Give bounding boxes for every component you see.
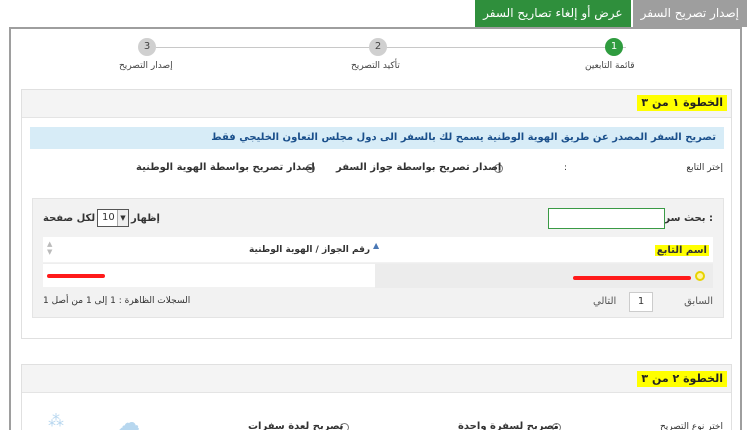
per-page-label: لكل صفحة xyxy=(43,213,96,224)
pagination-info: السجلات الظاهرة : 1 إلى 1 من أصل 1 xyxy=(43,296,191,306)
table-row[interactable] xyxy=(43,263,713,288)
chevron-down-icon: ▼ xyxy=(117,210,128,226)
national-id-option-label: إصدار تصريح بواسطة الهوية الوطنية xyxy=(136,162,315,173)
cloud-icon: ☁ xyxy=(118,411,140,430)
step2-header: الخطوة ٢ من ٣ xyxy=(22,365,731,393)
step2-title: الخطوة ٢ من ٣ xyxy=(637,371,727,387)
single-trip-label: تصريح لسفرة واحدة xyxy=(458,421,558,430)
step1-header: الخطوة ١ من ٣ xyxy=(22,90,731,118)
step-1-circle: 1 xyxy=(605,38,623,56)
dependents-table-box: بحث سريع : إظهار 10 ▼ لكل صفحة اسم التاب… xyxy=(32,198,724,318)
tab-issue-travel-permit[interactable]: إصدار تصريح السفر xyxy=(632,0,747,27)
quick-search-input[interactable] xyxy=(548,208,665,229)
step-3-label: إصدار التصريح xyxy=(119,61,173,71)
table-header-row: اسم التابع ▲ رقم الجواز / الهوية الوطنية… xyxy=(43,237,713,262)
tab-view-cancel-permits[interactable]: عرض أو إلغاء تصاريح السفر xyxy=(475,0,631,27)
step2-panel: الخطوة ٢ من ٣ اختر نوع التصريح تصريح لسف… xyxy=(21,364,732,430)
select-dependent-label: إختر التابع xyxy=(686,163,723,173)
step-2-circle: 2 xyxy=(369,38,387,56)
page-size-select[interactable]: 10 ▼ xyxy=(97,209,129,227)
multi-trip-label: تصريح لعدة سفرات xyxy=(248,421,344,430)
content-frame: 1 قائمة التابعين 2 تأكيد التصريح 3 إصدار… xyxy=(9,27,742,430)
stepper-line xyxy=(156,47,626,48)
step-3-circle: 3 xyxy=(138,38,156,56)
pagination-page-1[interactable]: 1 xyxy=(629,292,653,312)
pagination-next[interactable]: التالي xyxy=(593,293,616,311)
permit-type-label: اختر نوع التصريح xyxy=(659,422,723,430)
sort-asc-icon[interactable]: ▲ xyxy=(373,241,379,250)
step-1-label: قائمة التابعين xyxy=(585,61,635,71)
redacted-passport-id xyxy=(47,274,105,278)
select-dependent-colon: : xyxy=(564,163,568,173)
dependent-select-radio[interactable] xyxy=(695,271,705,281)
sort-both-icon[interactable]: ▲ ▼ xyxy=(47,240,52,256)
page-size-value: 10 xyxy=(102,212,115,223)
pagination-prev[interactable]: السابق xyxy=(684,293,713,311)
people-icon: ⁂ xyxy=(48,411,64,430)
show-label: إظهار xyxy=(131,213,160,224)
step1-title: الخطوة ١ من ٣ xyxy=(637,95,727,111)
gcc-info-notice: تصريح السفر المصدر عن طريق الهوية الوطني… xyxy=(30,127,724,149)
step-2-label: تأكيد التصريح xyxy=(351,61,400,71)
step1-panel: الخطوة ١ من ٣ تصريح السفر المصدر عن طريق… xyxy=(21,89,732,339)
redacted-dependent-name xyxy=(573,276,691,280)
passport-option-label: إصدار تصريح بواسطة جواز السفر xyxy=(336,162,502,173)
top-tabs: إصدار تصريح السفر عرض أو إلغاء تصاريح ال… xyxy=(475,0,747,27)
column-passport-id[interactable]: رقم الجواز / الهوية الوطنية xyxy=(249,245,370,255)
column-dependent-name[interactable]: اسم التابع xyxy=(654,245,709,256)
